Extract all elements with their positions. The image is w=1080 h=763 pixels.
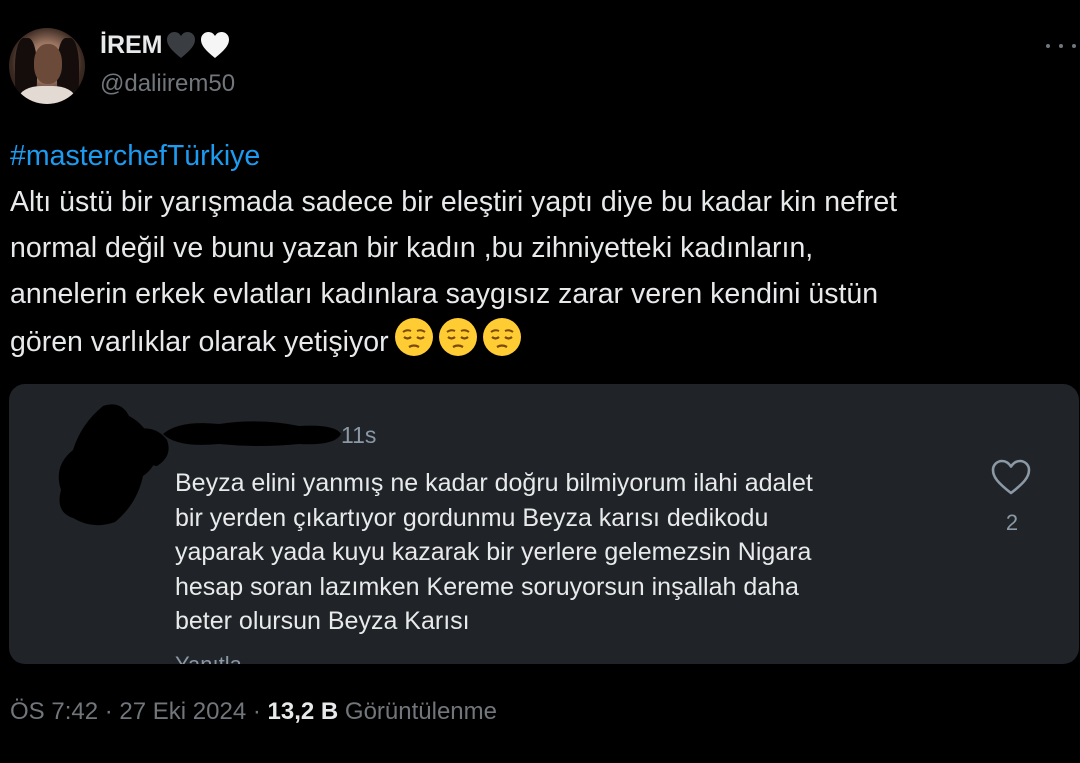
- tweet-line-last: gören varlıklar olarak yetişiyor: [10, 317, 1070, 365]
- like-count: 2: [1005, 510, 1019, 535]
- white-heart-icon: [200, 32, 229, 58]
- reply-line: beter olursun Beyza Karısı: [175, 607, 470, 635]
- tweet-line: Altı üstü bir yarışmada sadece bir eleşt…: [10, 186, 898, 218]
- pensive-face-icon: [438, 318, 477, 356]
- black-heart-icon: [166, 32, 195, 58]
- reply-line: yaparak yada kuyu kazarak bir yerlere ge…: [175, 538, 812, 566]
- tweet-line: normal değil ve bunu yazan bir kadın ,bu…: [10, 232, 814, 264]
- redacted-avatar: [58, 404, 169, 526]
- hashtag-link[interactable]: #masterchefTürkiye: [10, 133, 1070, 179]
- tweet-meta: ÖS 7:42 · 27 Eki 2024 · 13,2 B Görüntüle…: [10, 698, 497, 726]
- pensive-face-icon: [394, 318, 433, 356]
- cut-off-reply-action: Yanıtla: [175, 652, 242, 664]
- views-label: Görüntülenme: [344, 698, 497, 725]
- pensive-face-icon: [482, 318, 521, 356]
- tweet-time[interactable]: ÖS 7:42: [10, 698, 98, 725]
- more-options-icon[interactable]: [1046, 36, 1076, 56]
- reply-line: hesap soran lazımken Kereme soruyorsun i…: [175, 572, 799, 601]
- reply-timestamp: 11s: [341, 422, 377, 448]
- views-count: 13,2 B: [267, 698, 339, 725]
- reply-line: Beyza elini yanmış ne kadar doğru bilmiy…: [175, 469, 813, 497]
- display-name-text: İREM: [100, 30, 163, 59]
- redacted-username: [163, 421, 341, 446]
- quoted-reply-image[interactable]: 11s Beyza elini yanmış ne kadar doğru bi…: [9, 384, 1079, 664]
- author-avatar[interactable]: [9, 28, 85, 104]
- meta-separator: ·: [104, 698, 113, 725]
- heart-outline-icon: [991, 459, 1031, 495]
- reply-line: bir yerden çıkartıyor gordunmu Beyza kar…: [175, 503, 769, 532]
- tweet-date[interactable]: 27 Eki 2024: [119, 698, 246, 725]
- tweet-view: İREM @daliirem50 #masterchefTürkiye Altı…: [0, 0, 1080, 763]
- tweet-line: annelerin erkek evlatları kadınlara sayg…: [10, 278, 879, 310]
- author-display-name[interactable]: İREM: [100, 30, 231, 60]
- meta-separator: ·: [252, 698, 261, 725]
- author-handle[interactable]: @daliirem50: [100, 70, 235, 98]
- reply-text: Beyza elini yanmış ne kadar doğru bilmiy…: [175, 466, 965, 639]
- tweet-text: #masterchefTürkiye Altı üstü bir yarışma…: [10, 133, 1070, 365]
